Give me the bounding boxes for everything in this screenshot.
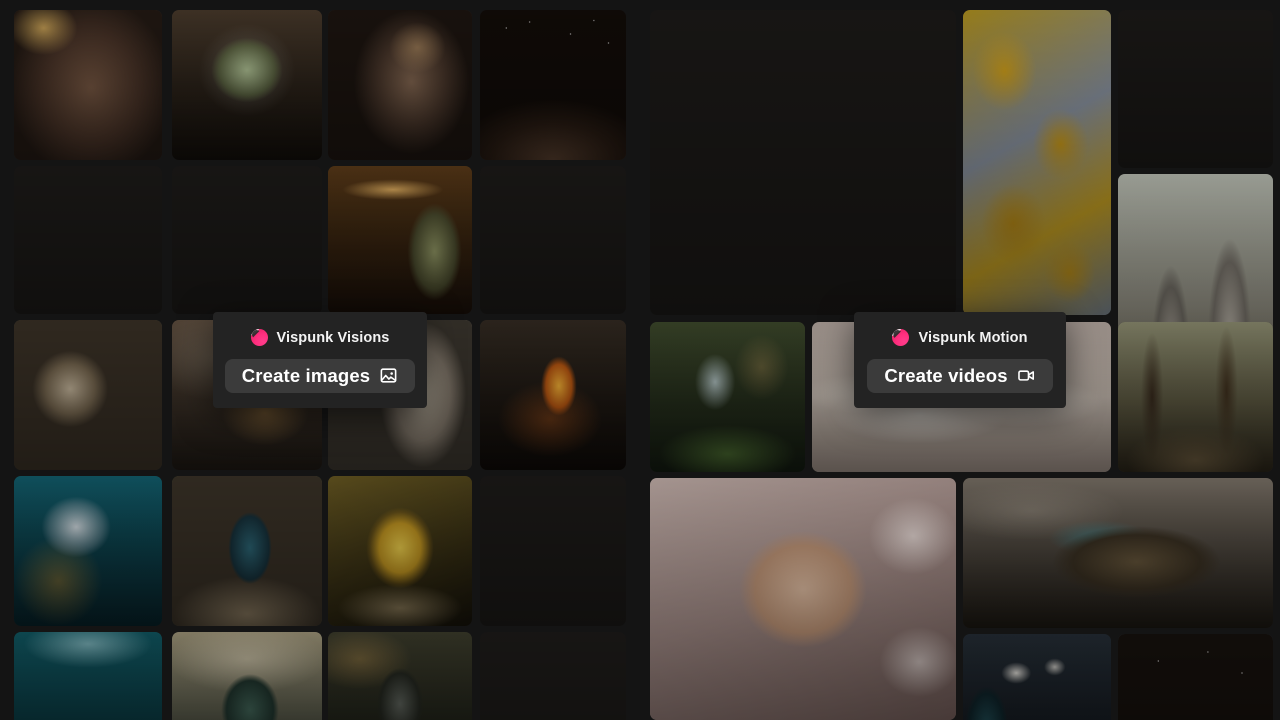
gallery-tile[interactable]	[328, 632, 472, 720]
gallery-tile[interactable]	[1118, 322, 1273, 472]
video-camera-icon	[1017, 370, 1034, 381]
tile-artwork-cthulhu-creature	[172, 632, 322, 720]
gallery-tile[interactable]	[172, 476, 322, 626]
gallery-tile[interactable]	[480, 166, 626, 314]
tile-artwork-mechanical-snail	[14, 320, 162, 470]
gallery-tile[interactable]	[480, 476, 626, 626]
gallery-tile[interactable]	[1118, 634, 1273, 720]
gallery-tile[interactable]	[14, 476, 162, 626]
gallery-tile[interactable]	[328, 476, 472, 626]
gallery-tile[interactable]	[480, 10, 626, 160]
gallery-tile[interactable]	[14, 632, 162, 720]
gallery-tile[interactable]	[328, 166, 472, 314]
tile-artwork-corgi-dog	[480, 632, 626, 720]
tile-artwork-baby-dragon-stroller	[480, 476, 626, 626]
vispunk-motion-promo-card: Vispunk Motion Create videos	[854, 312, 1066, 408]
gallery-tile[interactable]	[172, 632, 322, 720]
tile-artwork-firefighter-in-flames	[480, 320, 626, 470]
gallery-tile[interactable]	[328, 10, 472, 160]
gallery-tile[interactable]	[172, 166, 322, 314]
gallery-tile[interactable]	[963, 634, 1111, 720]
vispunk-visions-promo-card: Vispunk Visions Create images	[213, 312, 427, 408]
tile-artwork-portrait-woman	[14, 10, 162, 160]
gallery-tile[interactable]	[480, 632, 626, 720]
tile-artwork-man-in-suit	[328, 10, 472, 160]
tile-artwork-baby-chick	[328, 476, 472, 626]
tile-artwork-forest-campfire	[1118, 10, 1273, 168]
vispunk-motion-brand: Vispunk Motion	[892, 328, 1027, 348]
tile-artwork-white-daisy-flower	[14, 166, 162, 314]
tile-artwork-sunlit-forest-path	[1118, 322, 1273, 472]
create-images-button[interactable]: Create images	[224, 358, 416, 393]
tile-artwork-glowing-mushrooms	[172, 166, 322, 314]
vispunk-visions-brand-name: Vispunk Visions	[276, 329, 390, 346]
tile-artwork-moonlit-beach-chair	[480, 166, 626, 314]
gallery-tile[interactable]	[1118, 10, 1273, 168]
app-root: Vispunk Visions Create images Vispunk Mo…	[0, 0, 1280, 720]
vispunk-visions-brand: Vispunk Visions	[250, 328, 390, 348]
gallery-tile[interactable]	[14, 320, 162, 470]
tile-artwork-night-sky-over-hills	[1118, 634, 1273, 720]
create-videos-button[interactable]: Create videos	[867, 358, 1053, 393]
tile-artwork-spaceship-crew	[963, 634, 1111, 720]
gallery-tile[interactable]	[14, 166, 162, 314]
gallery-tile[interactable]	[14, 10, 162, 160]
vispunk-logo-icon	[892, 329, 910, 346]
gallery-tile[interactable]	[172, 10, 322, 160]
tile-artwork-cyclist-jungle-road	[172, 476, 322, 626]
tile-artwork-fireworks-over-river	[650, 10, 956, 315]
gallery-tile[interactable]	[650, 478, 956, 720]
vispunk-motion-brand-name: Vispunk Motion	[918, 329, 1028, 346]
tile-artwork-sleeping-dragon	[963, 478, 1273, 628]
gallery-tile[interactable]	[963, 10, 1111, 315]
tile-artwork-smiling-girl-blossoms	[650, 478, 956, 720]
tile-artwork-aliens-at-bar	[328, 166, 472, 314]
gallery-tile[interactable]	[480, 320, 626, 470]
gallery-tile[interactable]	[650, 322, 805, 472]
create-images-label: Create images	[241, 364, 371, 386]
create-videos-label: Create videos	[884, 364, 1008, 386]
tile-artwork-underwater-bedroom	[14, 632, 162, 720]
gallery-tile[interactable]	[650, 10, 956, 315]
tile-artwork-forest-fairies	[650, 322, 805, 472]
vispunk-logo-icon	[250, 329, 268, 346]
tile-artwork-underwater-astronaut	[14, 476, 162, 626]
tile-artwork-autumn-maple-leaves	[963, 10, 1111, 315]
gallery-tile[interactable]	[963, 478, 1273, 628]
tile-artwork-starry-night-mountain	[480, 10, 626, 160]
image-icon	[380, 368, 397, 383]
tile-artwork-salad-glass-bowl	[172, 10, 322, 160]
tile-artwork-godzilla-figure	[328, 632, 472, 720]
